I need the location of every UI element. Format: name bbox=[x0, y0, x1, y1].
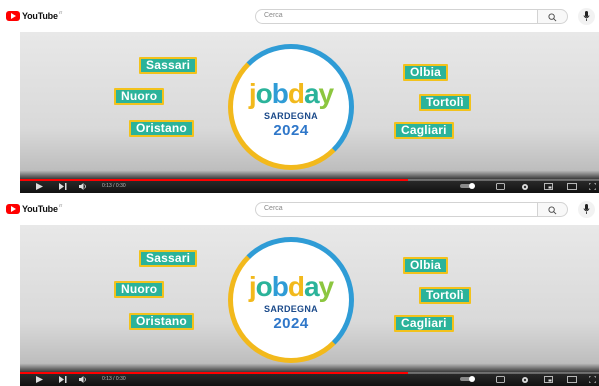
volume-icon[interactable] bbox=[79, 376, 87, 383]
youtube-logo[interactable]: YouTube IT bbox=[6, 202, 63, 214]
search-icon bbox=[548, 13, 557, 22]
progress-bar[interactable] bbox=[20, 179, 599, 181]
subtitles-icon[interactable] bbox=[496, 183, 505, 190]
logo-region: SARDEGNA bbox=[264, 304, 318, 314]
time-display: 0:13 / 0:30 bbox=[102, 376, 126, 382]
city-label-olbia: Olbia bbox=[403, 257, 449, 274]
logo-region: SARDEGNA bbox=[264, 111, 318, 121]
logo-text: YouTube bbox=[22, 11, 58, 21]
logo-letter: a bbox=[303, 271, 320, 302]
youtube-logo-icon bbox=[6, 204, 20, 214]
logo-letter: o bbox=[255, 271, 273, 302]
autoplay-toggle-icon[interactable] bbox=[460, 376, 475, 382]
search-input[interactable]: Cerca bbox=[255, 202, 538, 217]
logo-text: YouTube bbox=[22, 204, 58, 214]
logo-letter: b bbox=[271, 271, 289, 302]
video-player[interactable]: Sassari Nuoro Oristano Olbia Tortolì Cag… bbox=[20, 225, 599, 386]
mic-icon bbox=[583, 204, 590, 214]
search-input[interactable]: Cerca bbox=[255, 9, 538, 24]
search-placeholder: Cerca bbox=[264, 12, 283, 19]
logo-year: 2024 bbox=[273, 122, 309, 139]
jobday-wordmark: jobday bbox=[233, 272, 349, 302]
time-display: 0:13 / 0:30 bbox=[102, 183, 126, 189]
jobday-wordmark: jobday bbox=[233, 79, 349, 109]
youtube-logo-icon bbox=[6, 11, 20, 21]
screenshot-panel-bottom: YouTube IT Cerca Sassari Nuoro Oristano … bbox=[0, 193, 599, 386]
city-label-tortoli: Tortolì bbox=[419, 94, 471, 111]
youtube-logo[interactable]: YouTube IT bbox=[6, 9, 63, 21]
city-label-nuoro: Nuoro bbox=[114, 281, 165, 298]
play-icon[interactable] bbox=[36, 376, 43, 383]
city-label-sassari: Sassari bbox=[139, 57, 198, 74]
city-label-cagliari: Cagliari bbox=[394, 315, 454, 332]
logo-letter: d bbox=[287, 271, 305, 302]
city-label-oristano: Oristano bbox=[129, 120, 194, 137]
logo-country: IT bbox=[58, 202, 63, 208]
progress-bar[interactable] bbox=[20, 372, 599, 374]
fullscreen-icon[interactable] bbox=[589, 183, 596, 190]
miniplayer-icon[interactable] bbox=[544, 376, 553, 383]
city-label-cagliari: Cagliari bbox=[394, 122, 454, 139]
autoplay-toggle-icon[interactable] bbox=[460, 183, 475, 189]
progress-fill bbox=[20, 179, 408, 181]
masthead: YouTube IT Cerca bbox=[0, 193, 599, 225]
logo-letter: d bbox=[287, 78, 305, 109]
theater-icon[interactable] bbox=[567, 183, 577, 190]
logo-letter: y bbox=[318, 271, 335, 302]
play-icon[interactable] bbox=[36, 183, 43, 190]
progress-fill bbox=[20, 372, 408, 374]
city-label-nuoro: Nuoro bbox=[114, 88, 165, 105]
jobday-logo: jobday SARDEGNA 2024 bbox=[228, 237, 354, 363]
jobday-logo: jobday SARDEGNA 2024 bbox=[228, 44, 354, 170]
miniplayer-icon[interactable] bbox=[544, 183, 553, 190]
logo-letter: j bbox=[248, 78, 257, 109]
logo-letter: a bbox=[303, 78, 320, 109]
search-button[interactable] bbox=[538, 9, 568, 24]
next-icon[interactable] bbox=[59, 183, 67, 190]
settings-icon[interactable] bbox=[521, 376, 529, 384]
search-icon bbox=[548, 206, 557, 215]
subtitles-icon[interactable] bbox=[496, 376, 505, 383]
search-button[interactable] bbox=[538, 202, 568, 217]
volume-icon[interactable] bbox=[79, 183, 87, 190]
mic-icon bbox=[583, 11, 590, 21]
logo-letter: o bbox=[255, 78, 273, 109]
player-controls: 0:13 / 0:30 bbox=[20, 372, 599, 386]
theater-icon[interactable] bbox=[567, 376, 577, 383]
search-placeholder: Cerca bbox=[264, 205, 283, 212]
city-label-sassari: Sassari bbox=[139, 250, 198, 267]
settings-icon[interactable] bbox=[521, 183, 529, 191]
player-controls: 0:13 / 0:30 bbox=[20, 179, 599, 193]
next-icon[interactable] bbox=[59, 376, 67, 383]
logo-country: IT bbox=[58, 9, 63, 15]
city-label-tortoli: Tortolì bbox=[419, 287, 471, 304]
screenshot-panel-top: YouTube IT Cerca Sassari Nuoro Oristano … bbox=[0, 0, 599, 193]
fullscreen-icon[interactable] bbox=[589, 376, 596, 383]
masthead: YouTube IT Cerca bbox=[0, 0, 599, 32]
voice-search-button[interactable] bbox=[578, 8, 595, 25]
logo-letter: y bbox=[318, 78, 335, 109]
logo-year: 2024 bbox=[273, 315, 309, 332]
logo-letter: j bbox=[248, 271, 257, 302]
logo-letter: b bbox=[271, 78, 289, 109]
city-label-oristano: Oristano bbox=[129, 313, 194, 330]
voice-search-button[interactable] bbox=[578, 201, 595, 218]
city-label-olbia: Olbia bbox=[403, 64, 449, 81]
video-player[interactable]: Sassari Nuoro Oristano Olbia Tortolì Cag… bbox=[20, 32, 599, 193]
